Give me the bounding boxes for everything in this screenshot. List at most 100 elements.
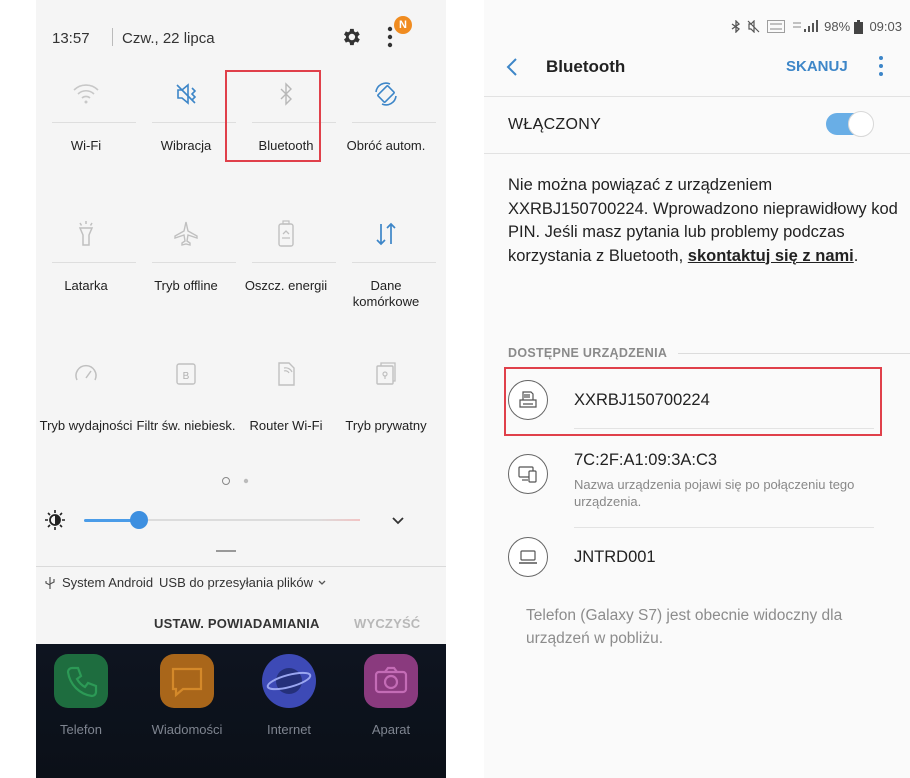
tile-label: Oszcz. energii <box>244 278 328 293</box>
notification-text: USB do przesyłania plików <box>159 575 313 591</box>
contact-us-link[interactable]: skontaktuj się z nami <box>688 247 854 265</box>
bluetooth-status-icon <box>731 20 740 34</box>
wifi-icon <box>73 84 99 104</box>
divider <box>152 122 236 123</box>
device-name: JNTRD001 <box>574 548 656 566</box>
brightness-slider-track[interactable] <box>148 519 360 521</box>
vibrate-icon <box>176 83 197 105</box>
divider <box>152 262 236 263</box>
visibility-info: Telefon (Galaxy S7) jest obecnie widoczn… <box>526 607 843 647</box>
quick-settings-panel: 13:57 Czw., 22 lipca N Wi-Fi Wibracja Bl… <box>36 0 446 778</box>
device-subtitle: Nazwa urządzenia pojawi się po połączeni… <box>574 477 855 509</box>
toggle-knob <box>848 111 874 137</box>
divider <box>36 566 446 567</box>
divider <box>52 262 136 263</box>
tile-label: Tryb offline <box>154 278 218 293</box>
usb-icon <box>45 576 55 589</box>
flashlight-icon <box>78 221 94 246</box>
tile-private-mode[interactable]: Tryb prywatny <box>336 358 436 458</box>
battery-saver-icon <box>278 220 294 247</box>
tile-blue-light-filter[interactable]: B Filtr św. niebiesk. <box>136 358 236 458</box>
svg-text:B: B <box>183 371 190 382</box>
tile-mobile-data[interactable]: Dane komórkowe <box>336 218 436 318</box>
status-time: 09:03 <box>869 19 902 35</box>
scan-button[interactable]: SKANUJ <box>786 58 848 75</box>
tile-airplane[interactable]: Tryb offline <box>136 218 236 318</box>
tile-label: Latarka <box>64 278 108 293</box>
notification-settings-button[interactable]: USTAW. POWIADAMIANIA <box>154 616 320 631</box>
more-options-icon[interactable] <box>386 24 394 50</box>
bluetooth-settings-screen: 98% 09:03 Bluetooth SKANUJ WŁĄCZONY Nie … <box>484 0 910 778</box>
chevron-down-icon[interactable] <box>317 578 327 588</box>
battery-icon <box>853 19 863 34</box>
clock: 13:57 <box>52 30 90 47</box>
usb-notification[interactable]: System Android USB do przesyłania plików <box>44 574 327 594</box>
status-bar: 98% 09:03 <box>731 18 902 34</box>
tile-label: Router Wi-Fi <box>249 418 323 433</box>
airplane-icon <box>174 221 198 246</box>
mobile-data-icon <box>376 222 396 246</box>
phone-icon <box>54 654 108 708</box>
bluetooth-toggle[interactable] <box>826 111 874 137</box>
tile-flashlight[interactable]: Latarka <box>36 218 136 318</box>
date: Czw., 22 lipca <box>122 30 215 47</box>
clear-button[interactable]: WYCZYŚĆ <box>354 616 420 631</box>
error-text-end: . <box>853 246 859 265</box>
app-internet[interactable]: Internet <box>244 644 334 778</box>
tile-label: Filtr św. niebiesk. <box>136 418 236 433</box>
divider <box>484 96 910 97</box>
tile-vibration[interactable]: Wibracja <box>136 78 236 168</box>
back-arrow-icon[interactable] <box>504 56 520 78</box>
divider <box>352 262 436 263</box>
pairing-error-message: Nie można powiązać z urządzeniem XXRBJ15… <box>508 174 900 268</box>
tile-power-saving[interactable]: Oszcz. energii <box>236 218 336 318</box>
more-options-icon[interactable] <box>878 54 884 78</box>
highlight-box <box>225 70 321 162</box>
auto-rotate-icon <box>375 82 397 106</box>
tile-label: Wi-Fi <box>70 138 102 153</box>
tile-label: Obróć autom. <box>346 138 426 153</box>
section-header: DOSTĘPNE URZĄDZENIA <box>508 346 668 360</box>
brightness-icon <box>45 510 65 530</box>
app-phone[interactable]: Telefon <box>36 644 126 778</box>
page-title: Bluetooth <box>546 57 626 76</box>
tile-wifi[interactable]: Wi-Fi <box>36 78 136 168</box>
tile-label: Tryb wydajności <box>39 418 133 433</box>
home-screen-dock: Telefon Wiadomości Internet Aparat <box>36 644 446 778</box>
device-name: 7C:2F:A1:09:3A:C3 <box>574 451 718 469</box>
blue-light-filter-icon: B <box>176 363 196 385</box>
vibrate-status-icon <box>747 20 760 34</box>
battery-percent: 98% <box>824 19 851 35</box>
divider <box>352 122 436 123</box>
gauge-icon <box>75 364 97 381</box>
app-label: Internet <box>266 722 312 737</box>
messages-icon <box>160 654 214 708</box>
bluetooth-switch-label: WŁĄCZONY <box>508 116 602 133</box>
highlight-box <box>504 367 882 436</box>
volte-icon <box>767 20 785 33</box>
tile-performance[interactable]: Tryb wydajności <box>36 358 136 458</box>
tile-auto-rotate[interactable]: Obróć autom. <box>336 78 436 168</box>
app-messages[interactable]: Wiadomości <box>142 644 232 778</box>
notification-app-name: System Android <box>62 575 154 591</box>
internet-icon <box>262 654 316 708</box>
app-label: Telefon <box>60 722 102 737</box>
signal-icon <box>792 20 818 33</box>
status-divider <box>112 28 113 46</box>
app-camera[interactable]: Aparat <box>346 644 436 778</box>
devices-icon <box>508 454 548 494</box>
chevron-down-icon[interactable] <box>388 510 408 530</box>
section-divider <box>678 353 910 354</box>
brightness-slider-thumb[interactable] <box>130 511 149 529</box>
camera-icon <box>364 654 418 708</box>
notification-badge: N <box>394 16 412 34</box>
divider <box>252 262 336 263</box>
tile-hotspot[interactable]: Router Wi-Fi <box>236 358 336 458</box>
drag-handle[interactable] <box>216 550 236 552</box>
hotspot-icon <box>278 362 295 386</box>
divider <box>484 153 910 154</box>
private-mode-icon <box>376 362 396 385</box>
panel-status-bar: 13:57 Czw., 22 lipca N <box>36 0 446 72</box>
gear-icon[interactable] <box>340 26 362 48</box>
tile-label: Dane komórkowe <box>352 278 420 309</box>
